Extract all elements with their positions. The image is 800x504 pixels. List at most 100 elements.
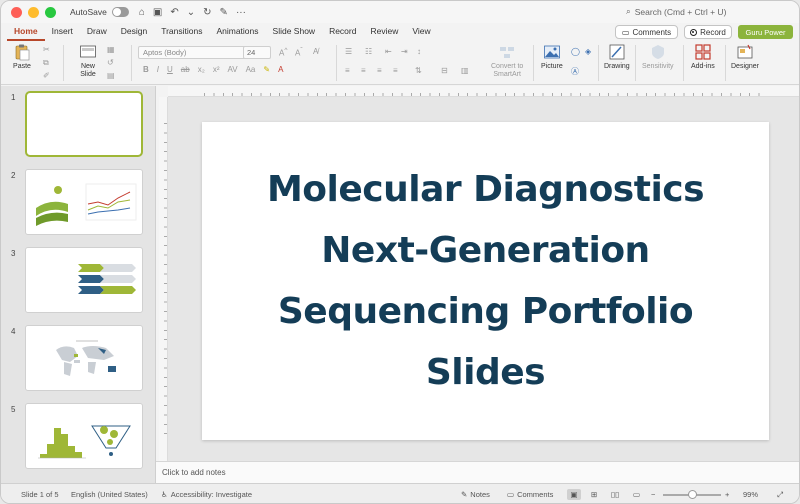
undo-icon[interactable]: ↶ [170, 7, 178, 18]
normal-view-icon[interactable]: ▣ [567, 489, 581, 500]
align-center-icon[interactable]: ≡ [361, 66, 366, 75]
addins-button[interactable]: Add-ins [691, 43, 715, 70]
format-painter-icon[interactable]: ✎ [220, 7, 228, 18]
save-icon[interactable]: ▣ [153, 7, 162, 18]
reset-icon[interactable]: ↺ [107, 58, 114, 67]
zoom-out-icon[interactable]: − [651, 490, 655, 499]
convert-smartart-button[interactable]: Convert to SmartArt [491, 43, 523, 79]
font-color-icon[interactable]: A [278, 65, 283, 74]
align-left-icon[interactable]: ≡ [345, 66, 350, 75]
slide-thumbnail-1[interactable] [25, 91, 143, 157]
align-text-icon[interactable]: ⊟ [441, 66, 448, 75]
comments-toggle[interactable]: ▭ Comments [507, 490, 553, 499]
paste-button[interactable]: Paste [13, 43, 31, 70]
bold-icon[interactable]: B [143, 65, 149, 74]
slideshow-icon[interactable]: ▭ [633, 490, 640, 499]
underline-icon[interactable]: U [167, 65, 173, 74]
tab-view[interactable]: View [405, 23, 437, 41]
notes-toggle[interactable]: ✎ Notes [461, 490, 490, 499]
comments-label: Comments [632, 27, 672, 37]
search-box[interactable]: ⌕ Search (Cmd + Ctrl + U) [626, 6, 726, 17]
justify-icon[interactable]: ≡ [393, 66, 398, 75]
tab-record[interactable]: Record [322, 23, 363, 41]
tab-design[interactable]: Design [114, 23, 154, 41]
current-slide[interactable]: Molecular Diagnostics Next-Generation Se… [202, 122, 769, 440]
tab-slide-show[interactable]: Slide Show [266, 23, 323, 41]
horizontal-ruler[interactable] [168, 86, 799, 97]
accessibility-checker[interactable]: ♿ Accessibility: Investigate [161, 490, 252, 499]
cut-icon[interactable]: ✂ [43, 45, 50, 54]
redo-icon[interactable]: ↻ [203, 7, 211, 18]
slide-title[interactable]: Molecular Diagnostics Next-Generation Se… [226, 159, 746, 403]
paste-icon [15, 44, 30, 61]
fit-slide-icon[interactable]: ⤢ [777, 490, 783, 500]
superscript-icon[interactable]: x² [213, 65, 220, 74]
zoom-in-icon[interactable]: + [725, 490, 729, 499]
numbering-icon[interactable]: ☷ [365, 47, 372, 56]
subscript-icon[interactable]: x₂ [198, 65, 205, 74]
notes-pane[interactable]: Click to add notes [156, 461, 799, 483]
increase-font-icon[interactable]: A^ [279, 47, 287, 58]
picture-button[interactable]: Picture [541, 43, 563, 70]
tab-draw[interactable]: Draw [80, 23, 114, 41]
notes-placeholder: Click to add notes [162, 468, 226, 477]
decrease-indent-icon[interactable]: ⇤ [385, 47, 392, 56]
columns-icon[interactable]: ▥ [461, 66, 469, 75]
decrease-font-icon[interactable]: Aˇ [295, 47, 303, 58]
section-icon[interactable]: ▤ [107, 71, 115, 80]
format-painter-brush-icon[interactable]: ✐ [43, 71, 50, 80]
slide-thumbnail-4[interactable] [25, 325, 143, 391]
zoom-slider-handle[interactable] [688, 490, 697, 499]
tab-transitions[interactable]: Transitions [154, 23, 209, 41]
designer-button[interactable]: Designer [731, 43, 759, 70]
tab-home[interactable]: Home [7, 23, 45, 41]
text-direction-icon[interactable]: ⇅ [415, 66, 422, 75]
character-spacing-icon[interactable]: AV [227, 65, 237, 74]
farm-chart-thumbnail-graphic [36, 183, 137, 226]
slide-thumbnail-2[interactable] [25, 169, 143, 235]
zoom-window-button[interactable] [45, 6, 56, 18]
strikethrough-icon[interactable]: ab [181, 65, 190, 74]
record-label: Record [700, 27, 726, 37]
line-spacing-icon[interactable]: ↕ [417, 47, 421, 56]
textbox-icon[interactable]: Ⓐ [571, 66, 579, 77]
shapes-icon[interactable]: ◯ [571, 47, 580, 56]
comments-button[interactable]: ▭ Comments [615, 25, 678, 39]
bullets-icon[interactable]: ☰ [345, 47, 352, 56]
slide-thumbnail-3[interactable] [25, 247, 143, 313]
status-bar: Slide 1 of 5 English (United States) ♿ A… [1, 483, 799, 503]
home-icon[interactable]: ⌂ [139, 7, 145, 18]
reading-view-icon[interactable]: ▯▯ [611, 490, 619, 499]
chevron-down-icon[interactable]: ⌄ [187, 7, 195, 18]
tab-animations[interactable]: Animations [209, 23, 265, 41]
clear-format-icon[interactable]: A̸ [313, 47, 318, 56]
guru-power-button[interactable]: Guru Power [738, 25, 793, 39]
record-button[interactable]: Record [684, 25, 732, 39]
font-size-select[interactable]: 24 [243, 46, 271, 59]
zoom-level[interactable]: 99% [743, 490, 758, 499]
layout-icon[interactable]: ▦ [107, 45, 115, 54]
close-window-button[interactable] [11, 6, 22, 18]
new-slide-button[interactable]: New Slide [79, 43, 97, 79]
icons-icon[interactable]: ◈ [585, 47, 591, 56]
copy-icon[interactable]: ⧉ [43, 58, 49, 68]
language-indicator[interactable]: English (United States) [71, 490, 148, 499]
comment-icon: ▭ [507, 490, 515, 499]
tab-review[interactable]: Review [363, 23, 405, 41]
drawing-button[interactable]: Drawing [604, 43, 630, 70]
slide-thumbnail-5[interactable] [25, 403, 143, 469]
designer-icon [737, 44, 753, 59]
increase-indent-icon[interactable]: ⇥ [401, 47, 408, 56]
italic-icon[interactable]: I [157, 65, 159, 74]
sensitivity-button[interactable]: Sensitivity [642, 43, 674, 70]
autosave-control[interactable]: AutoSave [70, 7, 129, 17]
tab-insert[interactable]: Insert [45, 23, 80, 41]
autosave-toggle[interactable] [111, 7, 129, 17]
vertical-ruler[interactable] [159, 97, 168, 461]
slide-sorter-icon[interactable]: ⊞ [591, 490, 597, 499]
minimize-window-button[interactable] [28, 6, 39, 18]
align-right-icon[interactable]: ≡ [377, 66, 382, 75]
more-icon[interactable]: ··· [236, 7, 246, 18]
highlight-icon[interactable]: ✎ [263, 65, 270, 74]
change-case-icon[interactable]: Aa [246, 65, 256, 74]
